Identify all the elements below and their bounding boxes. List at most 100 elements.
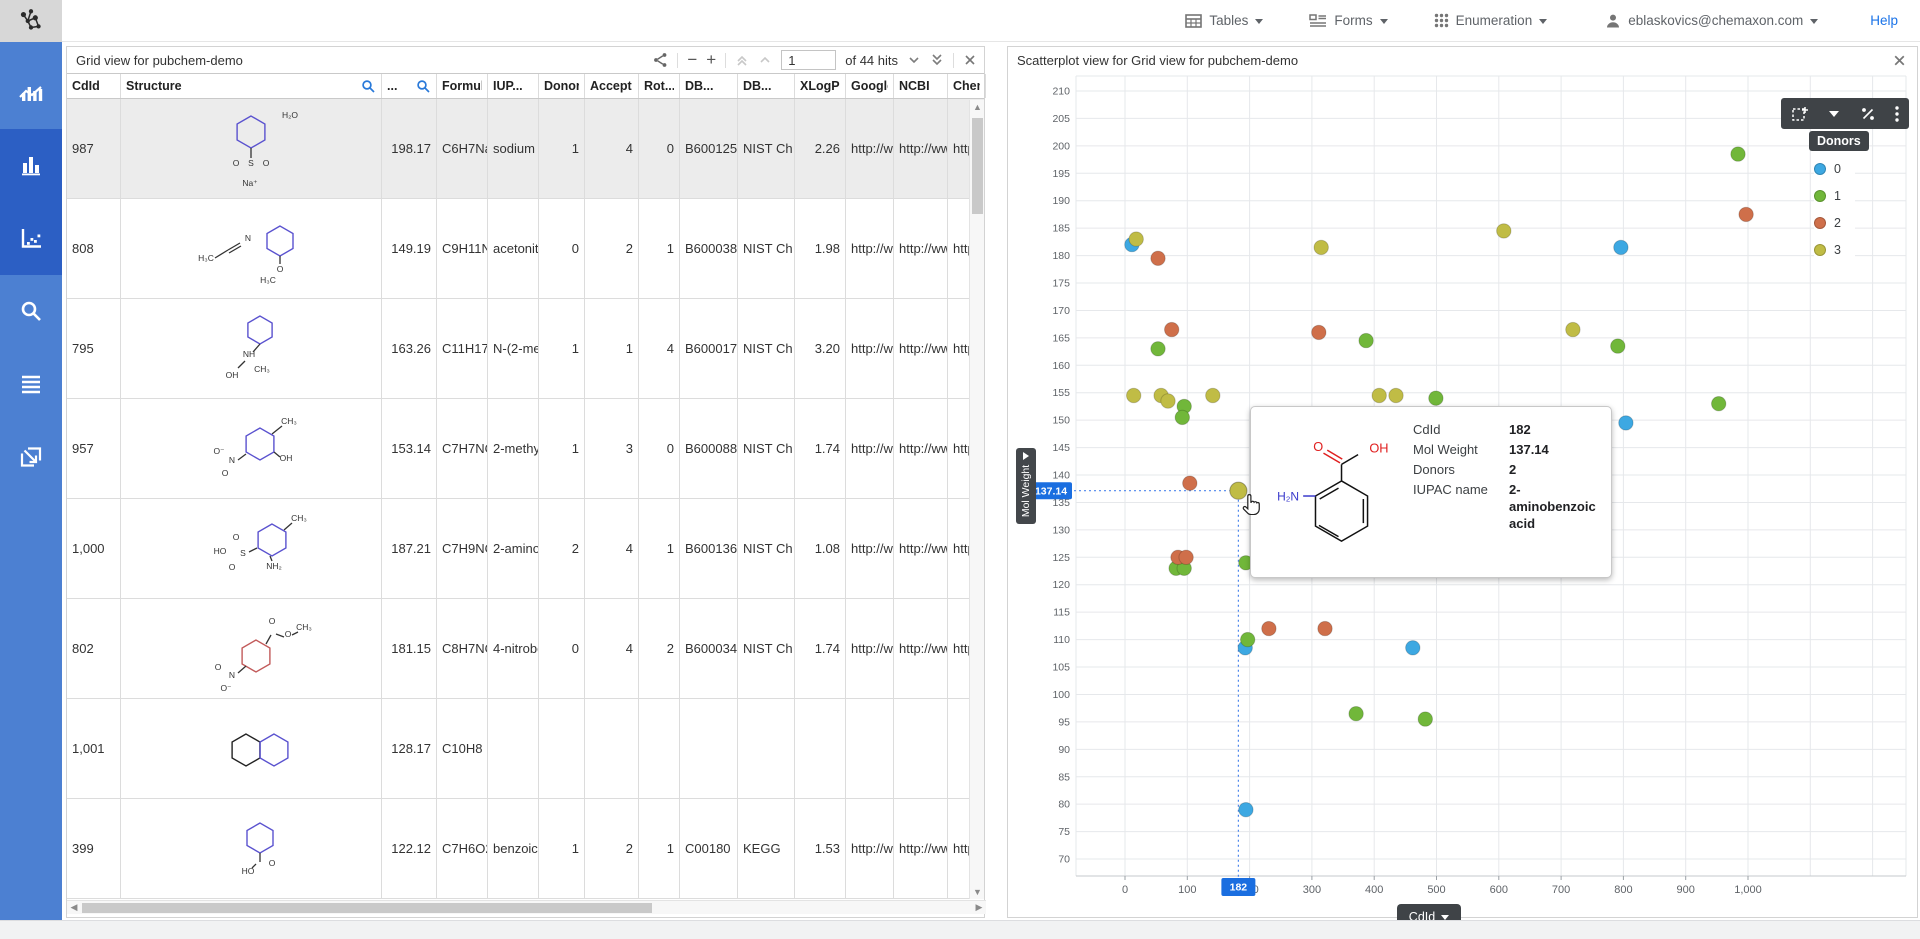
scroll-up-arrow[interactable]: ▲ (970, 102, 985, 112)
zoom-out-button[interactable]: − (687, 53, 697, 67)
data-point[interactable] (1389, 388, 1403, 402)
data-point[interactable] (1712, 397, 1726, 411)
data-point[interactable] (1129, 232, 1143, 246)
zoom-in-button[interactable]: + (706, 53, 716, 67)
search-icon[interactable] (416, 79, 431, 94)
data-point[interactable] (1359, 333, 1373, 347)
link-cell[interactable]: http://ww (846, 399, 894, 498)
data-point[interactable] (1566, 322, 1580, 336)
link-cell[interactable]: http://ww (894, 99, 948, 198)
link-cell[interactable]: http://ww (894, 199, 948, 298)
link-cell[interactable]: http://ww (846, 99, 894, 198)
legend-item[interactable]: 0 (1814, 155, 1841, 182)
sidebar-item-export[interactable] (0, 421, 62, 494)
chevron-down-icon[interactable] (1828, 110, 1840, 118)
link-cell[interactable]: http://ww (894, 299, 948, 398)
data-point[interactable] (1312, 325, 1326, 339)
scatter-style-icon[interactable] (1860, 106, 1876, 122)
sidebar-item-search[interactable] (0, 275, 62, 348)
grid-horizontal-scrollbar[interactable]: ◀ ▶ (67, 900, 986, 914)
link-cell[interactable]: http://ww (894, 599, 948, 698)
data-point[interactable] (1151, 342, 1165, 356)
menu-enumeration[interactable]: Enumeration (1434, 13, 1548, 28)
column-header[interactable]: DB... (680, 74, 738, 98)
search-icon[interactable] (361, 79, 376, 94)
column-header[interactable]: ... (382, 74, 437, 98)
vertical-scroll-thumb[interactable] (972, 118, 983, 214)
link-cell[interactable]: http://ww (846, 199, 894, 298)
link-cell[interactable]: http://ww (846, 499, 894, 598)
table-row[interactable]: 987SOONa⁺H₂O198.17C6H7Nasodium s140B6001… (67, 99, 984, 199)
data-point[interactable] (1206, 388, 1220, 402)
help-link[interactable]: Help (1870, 13, 1898, 28)
column-header[interactable]: DB... (738, 74, 795, 98)
data-point[interactable] (1183, 476, 1197, 490)
data-point[interactable] (1497, 224, 1511, 238)
data-point[interactable] (1349, 707, 1363, 721)
column-header[interactable]: Chem (948, 74, 986, 98)
previous-record-button[interactable] (758, 53, 772, 67)
scroll-right-arrow[interactable]: ▶ (972, 902, 986, 913)
data-point[interactable] (1241, 632, 1255, 646)
data-point[interactable] (1614, 240, 1628, 254)
data-point[interactable] (1731, 147, 1745, 161)
next-record-button[interactable] (907, 53, 921, 67)
zoom-selection-icon[interactable] (1791, 105, 1809, 123)
table-row[interactable]: 802OOCH₃NOO⁻181.15C8H7NO4-nitrobe042B600… (67, 599, 984, 699)
legend-item[interactable]: 2 (1814, 209, 1841, 236)
data-point[interactable] (1239, 803, 1253, 817)
app-logo[interactable] (0, 0, 62, 42)
close-icon[interactable] (963, 53, 977, 67)
first-record-button[interactable] (735, 53, 749, 67)
data-point[interactable] (1179, 550, 1193, 564)
record-number-input[interactable] (781, 50, 836, 70)
close-icon[interactable] (1892, 53, 1917, 68)
data-point[interactable] (1418, 712, 1432, 726)
sidebar-item-bar-chart[interactable] (0, 129, 62, 202)
data-point[interactable] (1372, 388, 1386, 402)
scroll-left-arrow[interactable]: ◀ (67, 902, 81, 913)
horizontal-scroll-thumb[interactable] (82, 903, 652, 913)
link-cell[interactable]: http://ww (894, 799, 948, 898)
table-row[interactable]: 795NHOHCH₃163.26C11H17N-(2-me114B600017N… (67, 299, 984, 399)
table-row[interactable]: 1,000CH₃NH₂SOOHO187.21C7H9NO2-amino241B6… (67, 499, 984, 599)
sidebar-item-mixed-chart[interactable] (0, 56, 62, 129)
data-point[interactable] (1151, 251, 1165, 265)
column-header[interactable]: NCBI (894, 74, 948, 98)
legend-item[interactable]: 1 (1814, 182, 1841, 209)
y-axis-field-button[interactable]: Mol Weight (1016, 448, 1036, 524)
column-header[interactable]: Structure (121, 74, 382, 98)
link-cell[interactable]: http://ww (894, 499, 948, 598)
column-header[interactable]: Rot... (639, 74, 680, 98)
table-row[interactable]: 808H₃CNOH₃C149.19C9H11Nacetonitr021B6000… (67, 199, 984, 299)
sidebar-item-scatter-chart[interactable] (0, 202, 62, 275)
menu-tables[interactable]: Tables (1185, 13, 1263, 29)
column-header[interactable]: Donors (539, 74, 585, 98)
data-point[interactable] (1165, 322, 1179, 336)
user-menu[interactable]: eblaskovics@chemaxon.com (1605, 13, 1818, 29)
column-header[interactable]: CdId (67, 74, 121, 98)
column-header[interactable]: XLogP (795, 74, 846, 98)
link-cell[interactable]: http://ww (846, 599, 894, 698)
sidebar-item-list[interactable] (0, 348, 62, 421)
column-header[interactable]: Google (846, 74, 894, 98)
legend-item[interactable]: 3 (1814, 236, 1841, 263)
data-point[interactable] (1739, 207, 1753, 221)
data-point[interactable] (1175, 410, 1189, 424)
share-icon[interactable] (652, 52, 668, 68)
link-cell[interactable]: http://ww (846, 799, 894, 898)
table-row[interactable]: 1,001128.17C10H8 (67, 699, 984, 799)
data-point[interactable] (1611, 339, 1625, 353)
column-header[interactable]: Accept (585, 74, 639, 98)
kebab-menu-icon[interactable] (1895, 106, 1899, 122)
data-point[interactable] (1262, 621, 1276, 635)
data-point[interactable] (1429, 391, 1443, 405)
link-cell[interactable]: http://ww (846, 299, 894, 398)
scroll-down-arrow[interactable]: ▼ (970, 887, 985, 897)
data-point[interactable] (1161, 394, 1175, 408)
last-record-button[interactable] (930, 53, 944, 67)
column-header[interactable]: IUP... (488, 74, 539, 98)
grid-vertical-scrollbar[interactable]: ▲ ▼ (969, 100, 984, 899)
table-row[interactable]: 399OHO122.12C7H6O2benzoic121C00180KEGG1.… (67, 799, 984, 899)
column-header[interactable]: Formul (437, 74, 488, 98)
